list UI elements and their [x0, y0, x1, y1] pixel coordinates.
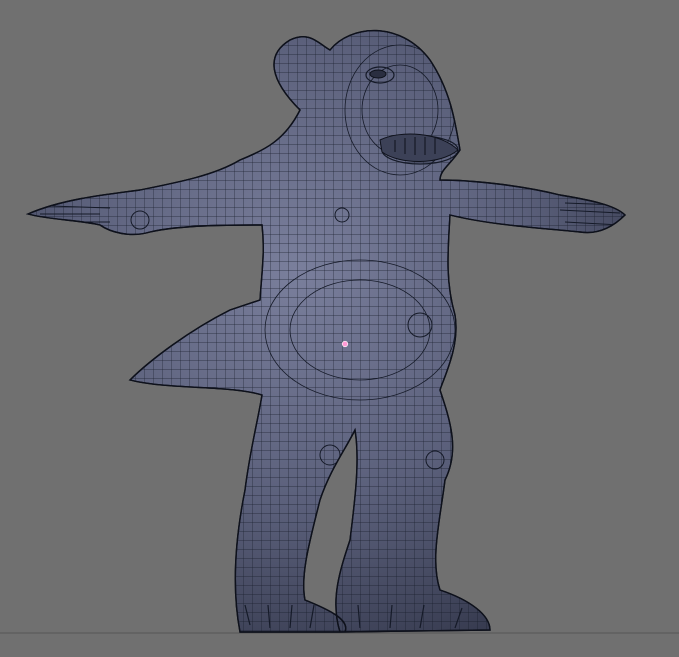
3d-viewport[interactable] — [0, 0, 679, 657]
mesh-view[interactable] — [0, 0, 679, 657]
eye — [369, 69, 387, 79]
wireframe-overlay — [28, 30, 625, 633]
selected-vertex[interactable] — [341, 340, 349, 348]
